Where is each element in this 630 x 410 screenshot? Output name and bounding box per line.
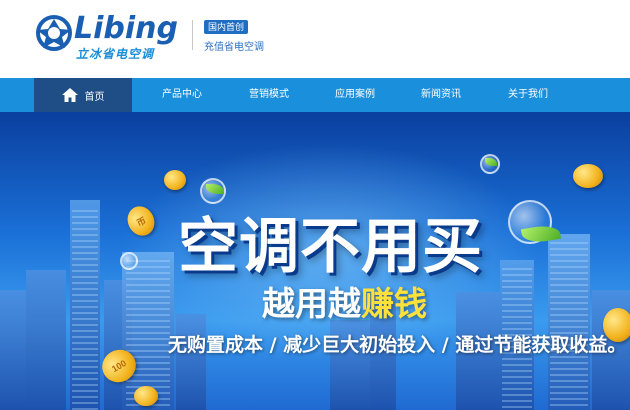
tagline: 充值省电空调 xyxy=(204,42,264,53)
nav-item-about[interactable]: 关于我们 xyxy=(508,78,548,112)
header-divider xyxy=(192,20,193,50)
coin-icon xyxy=(573,164,603,188)
brand-name[interactable]: Libing xyxy=(74,11,178,46)
nav-item-marketing[interactable]: 营销模式 xyxy=(249,78,289,112)
banner-benefits: 无购置成本 / 减少巨大初始投入 / 通过节能获取收益。 xyxy=(168,334,627,356)
coin-icon xyxy=(134,386,158,406)
building xyxy=(176,314,206,410)
nav-item-home[interactable]: 首页 xyxy=(34,78,132,112)
building xyxy=(0,290,26,410)
building-windows xyxy=(72,210,98,410)
badge: 国内首创 xyxy=(204,20,249,34)
hero-banner[interactable]: 币 100 空调不用买 越用越赚钱 无购置成本 / 减少巨大初始投入 / 通过节… xyxy=(0,112,630,410)
banner-subhead-highlight: 赚钱 xyxy=(361,284,427,323)
banner-headline: 空调不用买 xyxy=(178,212,483,282)
nav-item-products[interactable]: 产品中心 xyxy=(162,78,202,112)
brand-sub: 立冰省电空调 xyxy=(76,47,155,61)
bubble-icon xyxy=(120,252,138,270)
coin-icon xyxy=(164,170,186,190)
banner-subhead: 越用越赚钱 xyxy=(262,284,427,323)
site-header: Libing 立冰省电空调 国内首创 充值省电空调 xyxy=(0,0,630,78)
logo-icon[interactable] xyxy=(34,14,74,52)
nav-item-cases[interactable]: 应用案例 xyxy=(335,78,375,112)
building-windows xyxy=(550,242,588,410)
home-icon xyxy=(61,88,78,102)
nav-item-news[interactable]: 新闻资讯 xyxy=(421,78,461,112)
nav-home-label: 首页 xyxy=(84,91,105,103)
building xyxy=(26,270,66,410)
main-nav: 首页 产品中心 营销模式 应用案例 新闻资讯 关于我们 xyxy=(0,78,630,112)
